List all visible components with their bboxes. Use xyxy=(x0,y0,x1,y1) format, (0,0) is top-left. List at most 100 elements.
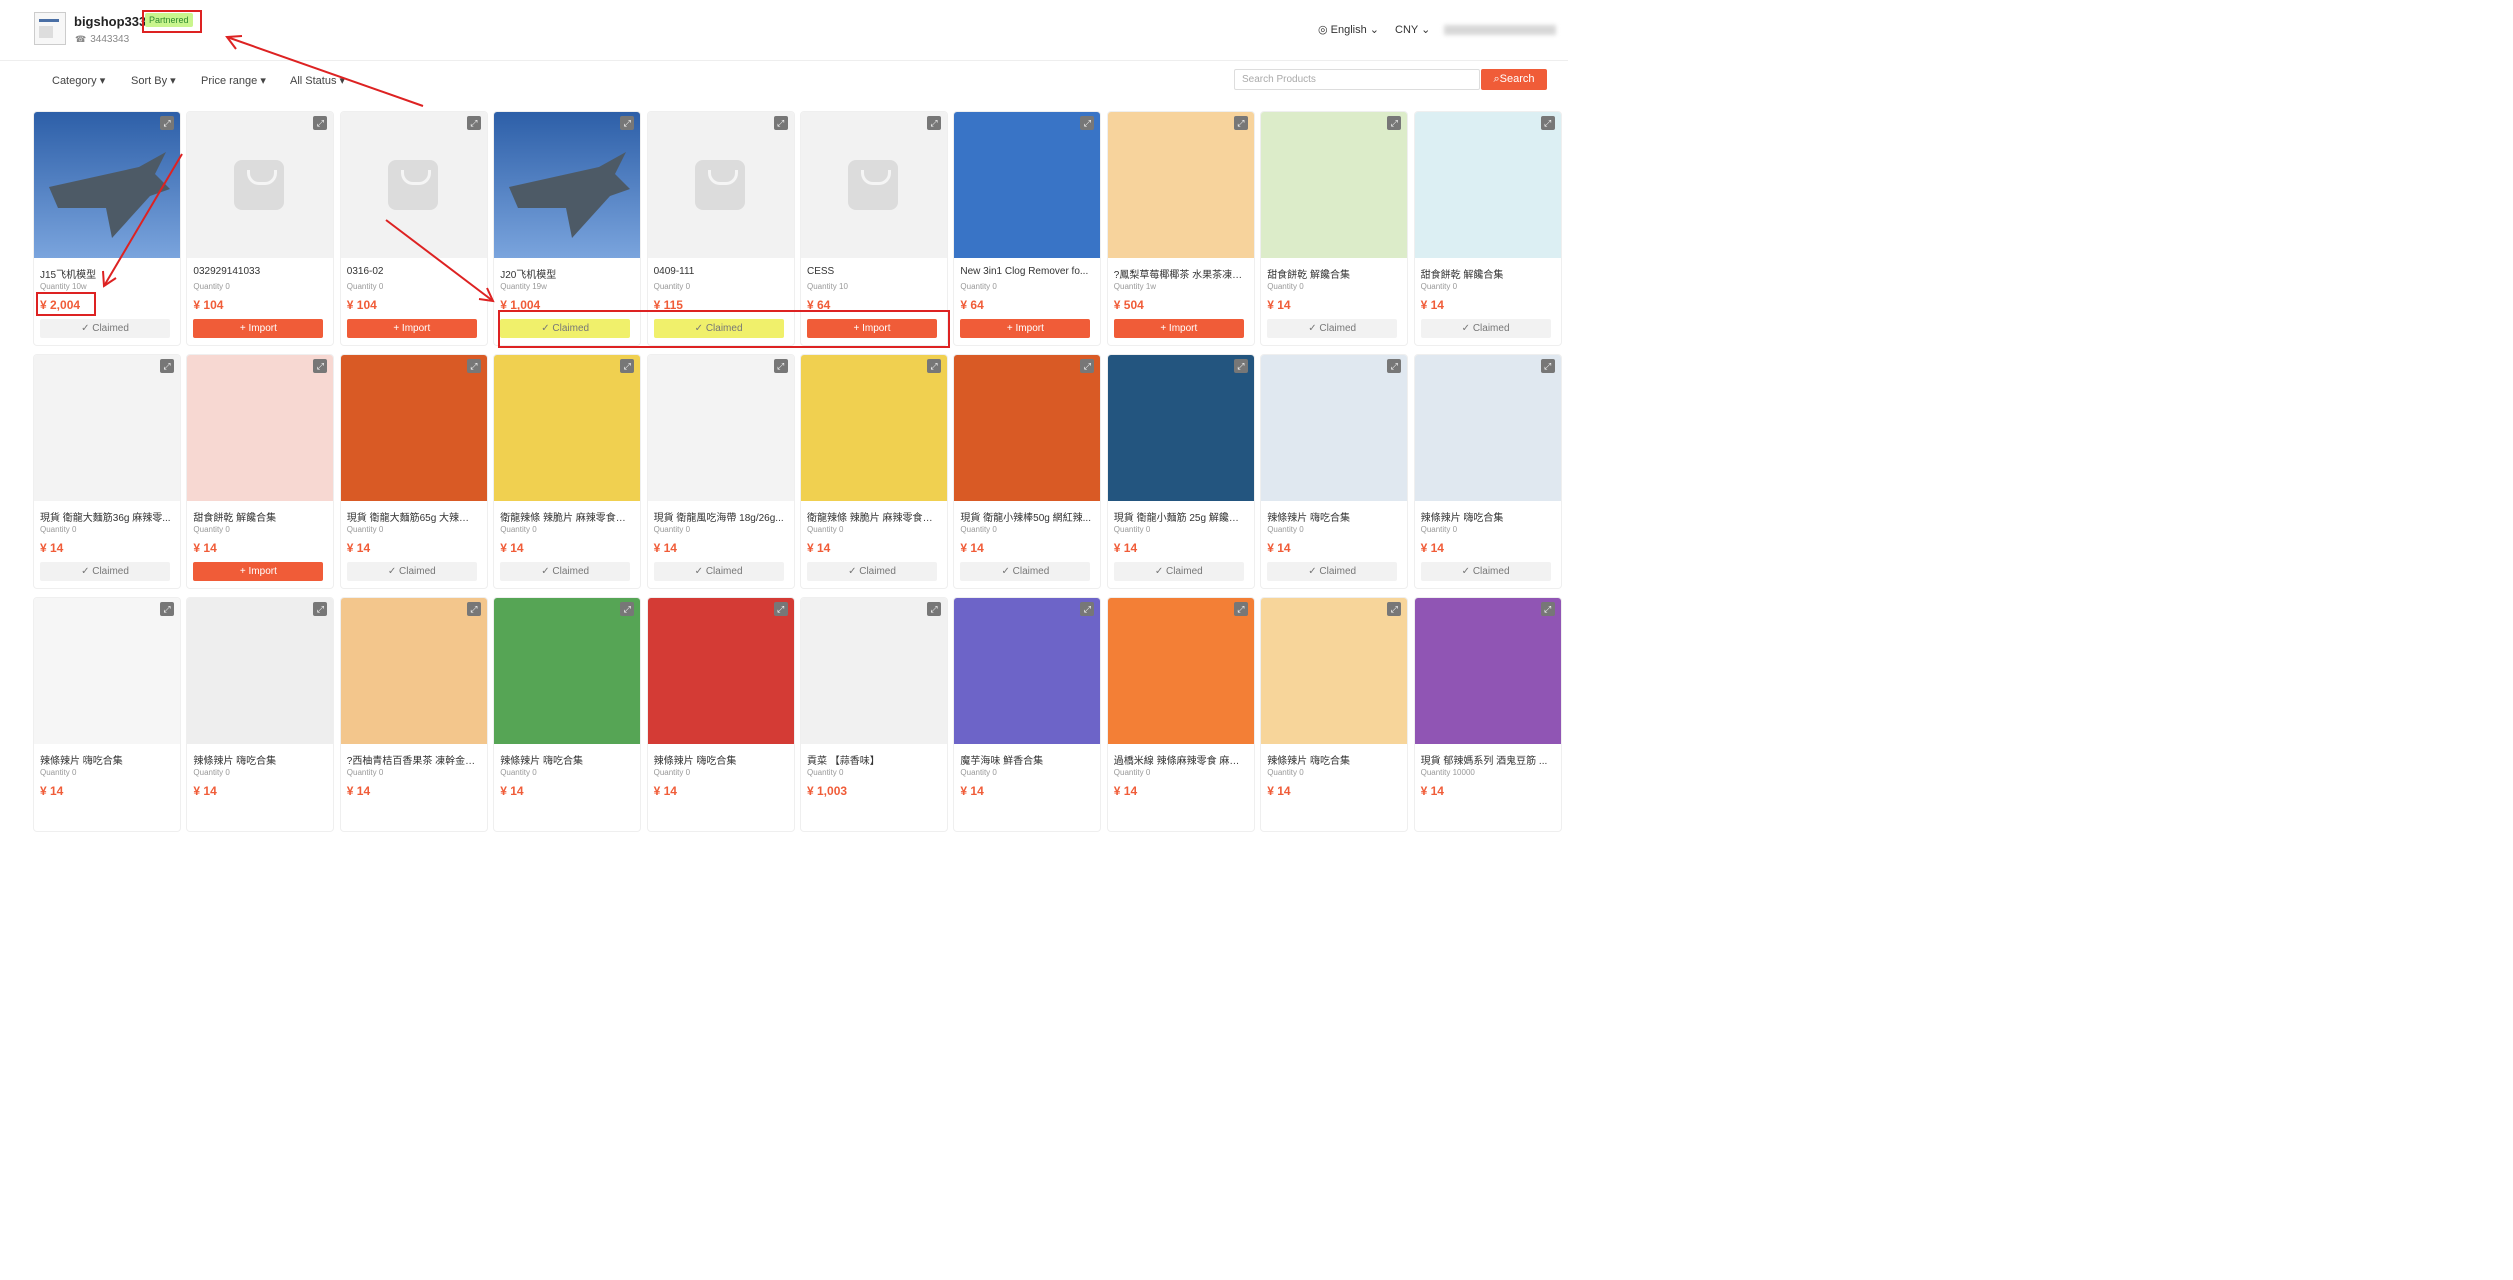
search-button[interactable]: ⌕Search xyxy=(1481,69,1547,90)
product-card[interactable]: ⤢ 辣條辣片 嗨吃合集 Quantity 0 ¥ 14 xyxy=(646,597,795,832)
claimed-button[interactable]: ✓ Claimed xyxy=(1267,562,1398,581)
claimed-button[interactable]: ✓ Claimed xyxy=(500,562,631,581)
expand-icon[interactable]: ⤢ xyxy=(1233,359,1248,373)
product-image[interactable]: ⤢ xyxy=(1107,112,1254,258)
expand-icon[interactable]: ⤢ xyxy=(927,359,941,373)
expand-icon[interactable]: ⤢ xyxy=(1540,359,1555,373)
product-card[interactable]: ⤢ 魔芋海味 鮮香合集 Quantity 0 ¥ 14 xyxy=(953,597,1102,832)
import-button[interactable]: + Import xyxy=(960,319,1091,338)
expand-icon[interactable]: ⤢ xyxy=(1233,602,1248,616)
product-image[interactable]: ⤢ xyxy=(1107,598,1254,744)
price-range-filter[interactable]: Price range ▾ xyxy=(201,74,266,87)
expand-icon[interactable]: ⤢ xyxy=(160,602,174,616)
product-image[interactable]: ⤢ xyxy=(1414,598,1561,744)
expand-icon[interactable]: ⤢ xyxy=(313,116,328,130)
claimed-button[interactable]: ✓ Claimed xyxy=(40,562,170,581)
expand-icon[interactable]: ⤢ xyxy=(1233,116,1248,130)
product-image[interactable]: ⤢ xyxy=(187,598,334,744)
expand-icon[interactable]: ⤢ xyxy=(927,602,941,616)
claimed-button[interactable]: ✓ Claimed xyxy=(653,562,784,581)
product-image[interactable]: ⤢ xyxy=(1107,355,1254,501)
expand-icon[interactable]: ⤢ xyxy=(620,359,635,373)
product-card[interactable]: ⤢ 過橋米線 辣條麻辣零食 麻辣棒 Quantity 0 ¥ 14 xyxy=(1106,597,1255,832)
product-image[interactable]: ⤢ xyxy=(954,112,1101,258)
import-button[interactable]: + Import xyxy=(346,319,477,338)
sort-filter[interactable]: Sort By ▾ xyxy=(131,74,176,87)
product-image[interactable]: ⤢ xyxy=(494,112,641,258)
product-card[interactable]: ⤢ 辣條辣片 嗨吃合集 Quantity 0 ¥ 14 ✓ Claimed xyxy=(1413,354,1562,589)
expand-icon[interactable]: ⤢ xyxy=(1540,602,1555,616)
product-card[interactable]: ⤢ 衛龍辣條 辣脆片 麻辣零食辣... Quantity 0 ¥ 14 ✓ Claime… xyxy=(493,354,642,589)
product-image[interactable]: ⤢ xyxy=(801,355,947,501)
product-image[interactable]: ⤢ xyxy=(1414,355,1561,501)
claimed-button[interactable]: ✓ Claimed xyxy=(40,319,170,338)
expand-icon[interactable]: ⤢ xyxy=(1540,116,1555,130)
product-image[interactable]: ⤢ xyxy=(34,112,180,258)
expand-icon[interactable]: ⤢ xyxy=(466,116,481,130)
language-selector[interactable]: ◎ English ⌄ xyxy=(1318,23,1379,36)
expand-icon[interactable]: ⤢ xyxy=(773,359,788,373)
product-image[interactable]: ⤢ xyxy=(1261,112,1408,258)
expand-icon[interactable]: ⤢ xyxy=(1080,602,1095,616)
expand-icon[interactable]: ⤢ xyxy=(1387,116,1402,130)
product-image[interactable]: ⤢ xyxy=(340,355,487,501)
product-card[interactable]: ⤢ New 3in1 Clog Remover fo... Quantity 0 ¥ … xyxy=(953,111,1102,346)
claimed-button[interactable]: ✓ Claimed xyxy=(1267,319,1398,338)
product-card[interactable]: ⤢ 現貨 郁辣媽系列 酒鬼豆筋 ... Quantity 10000 ¥ 14 xyxy=(1413,597,1562,832)
expand-icon[interactable]: ⤢ xyxy=(927,116,941,130)
product-image[interactable]: ⤢ xyxy=(954,355,1101,501)
product-card[interactable]: ⤢ 辣條辣片 嗨吃合集 Quantity 0 ¥ 14 xyxy=(33,597,181,832)
product-card[interactable]: ⤢ 032929141033 Quantity 0 ¥ 104 + Import xyxy=(186,111,335,346)
product-image[interactable]: ⤢ xyxy=(801,112,947,258)
expand-icon[interactable]: ⤢ xyxy=(620,116,635,130)
expand-icon[interactable]: ⤢ xyxy=(466,602,481,616)
product-image[interactable]: ⤢ xyxy=(34,355,180,501)
claimed-button[interactable]: ✓ Claimed xyxy=(960,562,1091,581)
status-filter[interactable]: All Status ▾ xyxy=(290,74,345,87)
product-card[interactable]: ⤢ 辣條辣片 嗨吃合集 Quantity 0 ¥ 14 xyxy=(493,597,642,832)
product-card[interactable]: ⤢ 0316-02 Quantity 0 ¥ 104 + Import xyxy=(339,111,488,346)
product-image[interactable]: ⤢ xyxy=(187,355,334,501)
product-card[interactable]: ⤢ 辣條辣片 嗨吃合集 Quantity 0 ¥ 14 ✓ Claimed xyxy=(1260,354,1409,589)
product-card[interactable]: ⤢ 衛龍辣條 辣脆片 麻辣零食辣... Quantity 0 ¥ 14 ✓ Claime… xyxy=(800,354,948,589)
product-image[interactable]: ⤢ xyxy=(647,112,794,258)
product-image[interactable]: ⤢ xyxy=(647,598,794,744)
product-image[interactable]: ⤢ xyxy=(1414,112,1561,258)
product-image[interactable]: ⤢ xyxy=(1261,355,1408,501)
expand-icon[interactable]: ⤢ xyxy=(1080,116,1095,130)
product-card[interactable]: ⤢ 甜食餅乾 解饞合集 Quantity 0 ¥ 14 + Import xyxy=(186,354,335,589)
claimed-button[interactable]: ✓ Claimed xyxy=(807,562,937,581)
expand-icon[interactable]: ⤢ xyxy=(313,359,328,373)
expand-icon[interactable]: ⤢ xyxy=(160,359,174,373)
expand-icon[interactable]: ⤢ xyxy=(620,602,635,616)
product-card[interactable]: ⤢ 辣條辣片 嗨吃合集 Quantity 0 ¥ 14 xyxy=(186,597,335,832)
product-card[interactable]: ⤢ 辣條辣片 嗨吃合集 Quantity 0 ¥ 14 xyxy=(1260,597,1409,832)
category-filter[interactable]: Category ▾ xyxy=(52,74,105,87)
product-image[interactable]: ⤢ xyxy=(494,355,641,501)
product-card[interactable]: ⤢ 現貨 衛龍小辣棒50g 網紅辣... Quantity 0 ¥ 14 ✓ Claim… xyxy=(953,354,1102,589)
product-image[interactable]: ⤢ xyxy=(340,598,487,744)
product-card[interactable]: ⤢ 貢菜 【蒜香味】 Quantity 0 ¥ 1,003 xyxy=(800,597,948,832)
product-card[interactable]: ⤢ ?西柚青桔百香果茶 凍幹金桔... Quantity 0 ¥ 14 xyxy=(339,597,488,832)
expand-icon[interactable]: ⤢ xyxy=(160,116,174,130)
product-card[interactable]: ⤢ ?鳳梨草莓椰椰茶 水果茶凍幹... Quantity 1w ¥ 504 + Impo… xyxy=(1106,111,1255,346)
expand-icon[interactable]: ⤢ xyxy=(313,602,328,616)
currency-selector[interactable]: CNY ⌄ xyxy=(1395,23,1430,36)
claimed-button[interactable]: ✓ Claimed xyxy=(1113,562,1244,581)
product-card[interactable]: ⤢ 現貨 衛龍風吃海帶 18g/26g... Quantity 0 ¥ 14 ✓ Cla… xyxy=(646,354,795,589)
product-card[interactable]: ⤢ 現貨 衛龍小麵筋 25g 解饞小... Quantity 0 ¥ 14 ✓ Clai… xyxy=(1106,354,1255,589)
product-image[interactable]: ⤢ xyxy=(647,355,794,501)
product-image[interactable]: ⤢ xyxy=(34,598,180,744)
expand-icon[interactable]: ⤢ xyxy=(773,602,788,616)
expand-icon[interactable]: ⤢ xyxy=(1080,359,1095,373)
product-card[interactable]: ⤢ 甜食餅乾 解饞合集 Quantity 0 ¥ 14 ✓ Claimed xyxy=(1413,111,1562,346)
product-card[interactable]: ⤢ 現貨 衛龍大麵筋36g 麻辣零... Quantity 0 ¥ 14 ✓ Claim… xyxy=(33,354,181,589)
claimed-button[interactable]: ✓ Claimed xyxy=(1420,562,1551,581)
product-image[interactable]: ⤢ xyxy=(954,598,1101,744)
import-button[interactable]: + Import xyxy=(193,562,324,581)
product-image[interactable]: ⤢ xyxy=(340,112,487,258)
expand-icon[interactable]: ⤢ xyxy=(466,359,481,373)
expand-icon[interactable]: ⤢ xyxy=(1387,602,1402,616)
claimed-button[interactable]: ✓ Claimed xyxy=(1420,319,1551,338)
search-input[interactable]: Search Products xyxy=(1234,69,1480,90)
